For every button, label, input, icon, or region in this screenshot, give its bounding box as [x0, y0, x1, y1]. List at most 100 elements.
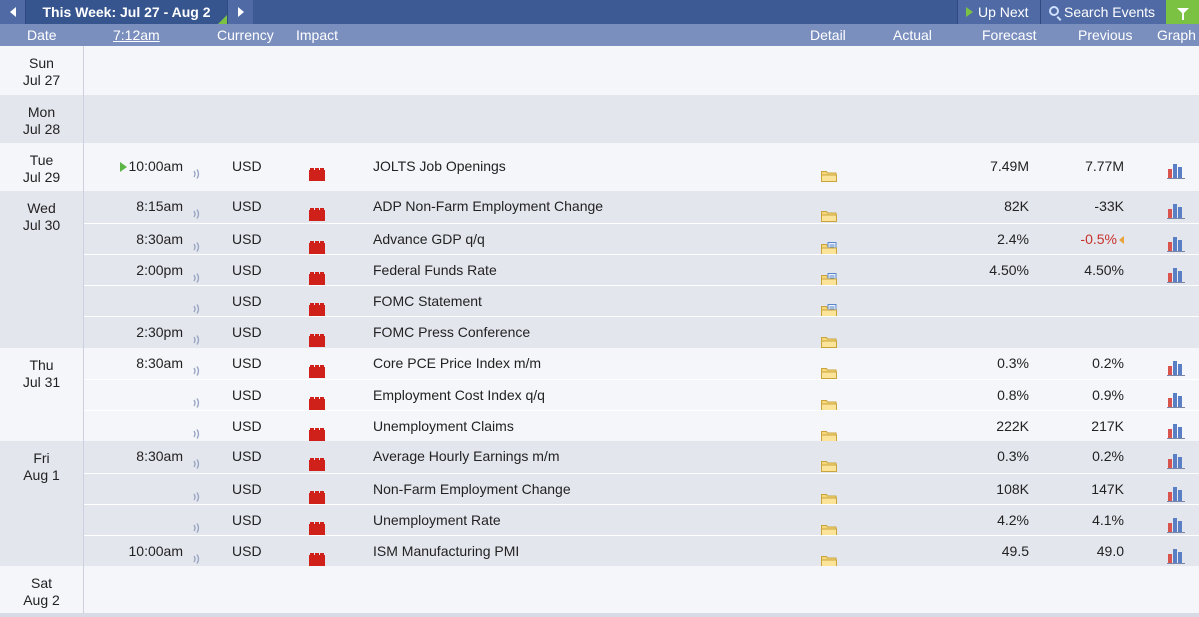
event-title[interactable]: Unemployment Claims: [373, 411, 514, 442]
day-group: Sun Jul 27: [0, 46, 1199, 95]
event-previous: 0.2%: [1044, 441, 1124, 472]
next-week-button[interactable]: [227, 0, 253, 24]
graph-icon[interactable]: [1167, 419, 1185, 439]
folder-doc-icon[interactable]: [821, 297, 837, 317]
folder-icon[interactable]: [821, 391, 837, 411]
sound-alert-icon[interactable]: [192, 200, 202, 220]
filter-button[interactable]: [1166, 0, 1199, 24]
high-impact-folder-icon[interactable]: [309, 546, 325, 566]
high-impact-folder-icon[interactable]: [309, 515, 325, 535]
high-impact-folder-icon[interactable]: [309, 265, 325, 285]
high-impact-folder-icon[interactable]: [309, 484, 325, 504]
column-previous: Previous: [1078, 27, 1133, 43]
event-title[interactable]: Federal Funds Rate: [373, 255, 497, 286]
up-next-button[interactable]: Up Next: [957, 0, 1040, 24]
event-currency: USD: [232, 543, 262, 559]
day-group: Wed Jul 30 8:15am USD ADP Non-Farm Employmen…: [0, 191, 1199, 349]
high-impact-folder-icon[interactable]: [309, 161, 325, 181]
event-previous: 0.9%: [1044, 380, 1124, 411]
week-selector[interactable]: This Week: Jul 27 - Aug 2: [26, 0, 227, 24]
event-title[interactable]: Employment Cost Index q/q: [373, 380, 545, 411]
previous-week-button[interactable]: [0, 0, 26, 24]
event-row[interactable]: USD Unemployment Claims 222K 217K: [84, 410, 1199, 442]
high-impact-folder-icon[interactable]: [309, 327, 325, 348]
graph-icon[interactable]: [1167, 159, 1185, 179]
event-title[interactable]: JOLTS Job Openings: [373, 151, 506, 182]
folder-icon[interactable]: [821, 162, 837, 182]
event-currency: USD: [232, 418, 262, 434]
event-currency: USD: [232, 480, 262, 497]
folder-icon[interactable]: [821, 516, 837, 536]
sound-alert-icon[interactable]: [192, 450, 202, 470]
folder-icon[interactable]: [821, 547, 837, 567]
event-row[interactable]: 2:30pm USD FOMC Press Conference: [84, 316, 1199, 349]
folder-icon[interactable]: [821, 485, 837, 505]
event-title[interactable]: Advance GDP q/q: [373, 224, 485, 255]
event-actual: [864, 441, 924, 472]
folder-icon[interactable]: [821, 452, 837, 473]
sound-alert-icon[interactable]: [192, 264, 202, 283]
event-title[interactable]: Non-Farm Employment Change: [373, 474, 571, 505]
high-impact-folder-icon[interactable]: [309, 390, 325, 410]
sound-alert-icon[interactable]: [192, 545, 202, 564]
event-row[interactable]: USD FOMC Statement: [84, 285, 1199, 317]
current-time-link[interactable]: 7:12am: [113, 27, 160, 43]
sound-alert-icon[interactable]: [192, 326, 202, 346]
sound-alert-icon[interactable]: [192, 357, 202, 376]
high-impact-folder-icon[interactable]: [309, 234, 325, 254]
sound-alert-icon[interactable]: [192, 389, 202, 408]
high-impact-folder-icon[interactable]: [309, 296, 325, 316]
event-row[interactable]: USD Unemployment Rate 4.2% 4.1%: [84, 503, 1199, 536]
event-currency: USD: [232, 448, 262, 465]
event-row[interactable]: 8:30am USD Core PCE Price Index m/m 0.3% 0.2…: [84, 348, 1199, 379]
event-currency: USD: [232, 324, 262, 341]
search-events-button[interactable]: Search Events: [1040, 0, 1166, 24]
event-title[interactable]: FOMC Press Conference: [373, 317, 530, 348]
graph-icon[interactable]: [1167, 263, 1185, 283]
graph-icon[interactable]: [1167, 388, 1185, 408]
sound-alert-icon[interactable]: [192, 295, 202, 314]
event-row[interactable]: 8:30am USD Average Hourly Earnings m/m 0.3%…: [84, 441, 1199, 473]
sound-alert-icon[interactable]: [192, 483, 202, 502]
event-title[interactable]: ISM Manufacturing PMI: [373, 536, 519, 567]
event-title[interactable]: ADP Non-Farm Employment Change: [373, 191, 603, 222]
graph-icon[interactable]: [1167, 356, 1185, 376]
graph-icon[interactable]: [1167, 482, 1185, 502]
sound-alert-icon[interactable]: [192, 233, 202, 252]
event-title[interactable]: Average Hourly Earnings m/m: [373, 441, 559, 472]
event-forecast: 2.4%: [997, 230, 1029, 247]
sound-alert-icon[interactable]: [192, 514, 202, 533]
folder-icon[interactable]: [821, 359, 837, 379]
graph-icon[interactable]: [1167, 232, 1185, 252]
event-row[interactable]: USD Non-Farm Employment Change 108K 147K: [84, 472, 1199, 505]
event-row[interactable]: 8:30am USD Advance GDP q/q 2.4% -0.5%: [84, 222, 1199, 255]
event-row[interactable]: USD Employment Cost Index q/q 0.8% 0.9%: [84, 378, 1199, 411]
weekday-label: Tue: [29, 152, 54, 168]
folder-icon[interactable]: [821, 422, 837, 442]
sound-alert-icon[interactable]: [192, 420, 202, 439]
high-impact-folder-icon[interactable]: [309, 358, 325, 378]
high-impact-folder-icon[interactable]: [309, 421, 325, 441]
graph-icon[interactable]: [1167, 449, 1185, 470]
graph-icon[interactable]: [1167, 513, 1185, 533]
high-impact-folder-icon[interactable]: [309, 451, 325, 472]
graph-icon[interactable]: [1167, 199, 1185, 220]
event-title[interactable]: FOMC Statement: [373, 286, 482, 317]
event-forecast: [949, 286, 1029, 317]
event-row[interactable]: 2:00pm USD Federal Funds Rate 4.50% 4.50%: [84, 253, 1199, 286]
folder-icon[interactable]: [821, 328, 837, 349]
event-previous-value: 0.2%: [1092, 354, 1124, 371]
folder-doc-icon[interactable]: [821, 235, 837, 255]
event-row[interactable]: 10:00am USD JOLTS Job Openings 7.49M 7.77M: [84, 151, 1199, 182]
folder-doc-icon[interactable]: [821, 266, 837, 286]
high-impact-folder-icon[interactable]: [309, 201, 325, 222]
event-title[interactable]: Unemployment Rate: [373, 505, 501, 536]
event-title[interactable]: Core PCE Price Index m/m: [373, 348, 541, 379]
folder-icon[interactable]: [821, 202, 837, 223]
event-row[interactable]: 10:00am USD ISM Manufacturing PMI 49.5 49.0: [84, 535, 1199, 567]
event-time-text: 10:00am: [128, 543, 183, 559]
event-row[interactable]: 8:15am USD ADP Non-Farm Employment Change 8…: [84, 191, 1199, 223]
week-title-label: This Week: Jul 27 - Aug 2: [42, 4, 211, 20]
graph-icon[interactable]: [1167, 544, 1185, 564]
sound-alert-icon[interactable]: [192, 160, 202, 179]
